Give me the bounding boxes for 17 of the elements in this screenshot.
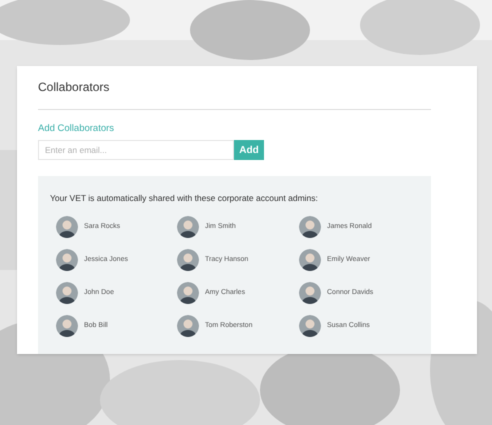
card-title: Collaborators [38, 79, 110, 96]
avatar-icon [177, 282, 199, 304]
avatar-icon [177, 315, 199, 337]
avatar-icon [56, 282, 78, 304]
avatar-icon [299, 315, 321, 337]
avatar-icon [177, 216, 199, 238]
add-button[interactable]: Add [234, 140, 264, 160]
panel-heading: Your VET is automatically shared with these corporate account admins: [50, 192, 319, 205]
avatar-icon [56, 249, 78, 271]
email-field[interactable]: Enter an email... [38, 140, 234, 160]
avatar-icon [177, 249, 199, 271]
avatar-icon [299, 249, 321, 271]
avatar-icon [299, 216, 321, 238]
avatar-icon [56, 216, 78, 238]
avatar-icon [299, 282, 321, 304]
avatar-icon [56, 315, 78, 337]
section-label: Add Collaborators [38, 122, 116, 136]
